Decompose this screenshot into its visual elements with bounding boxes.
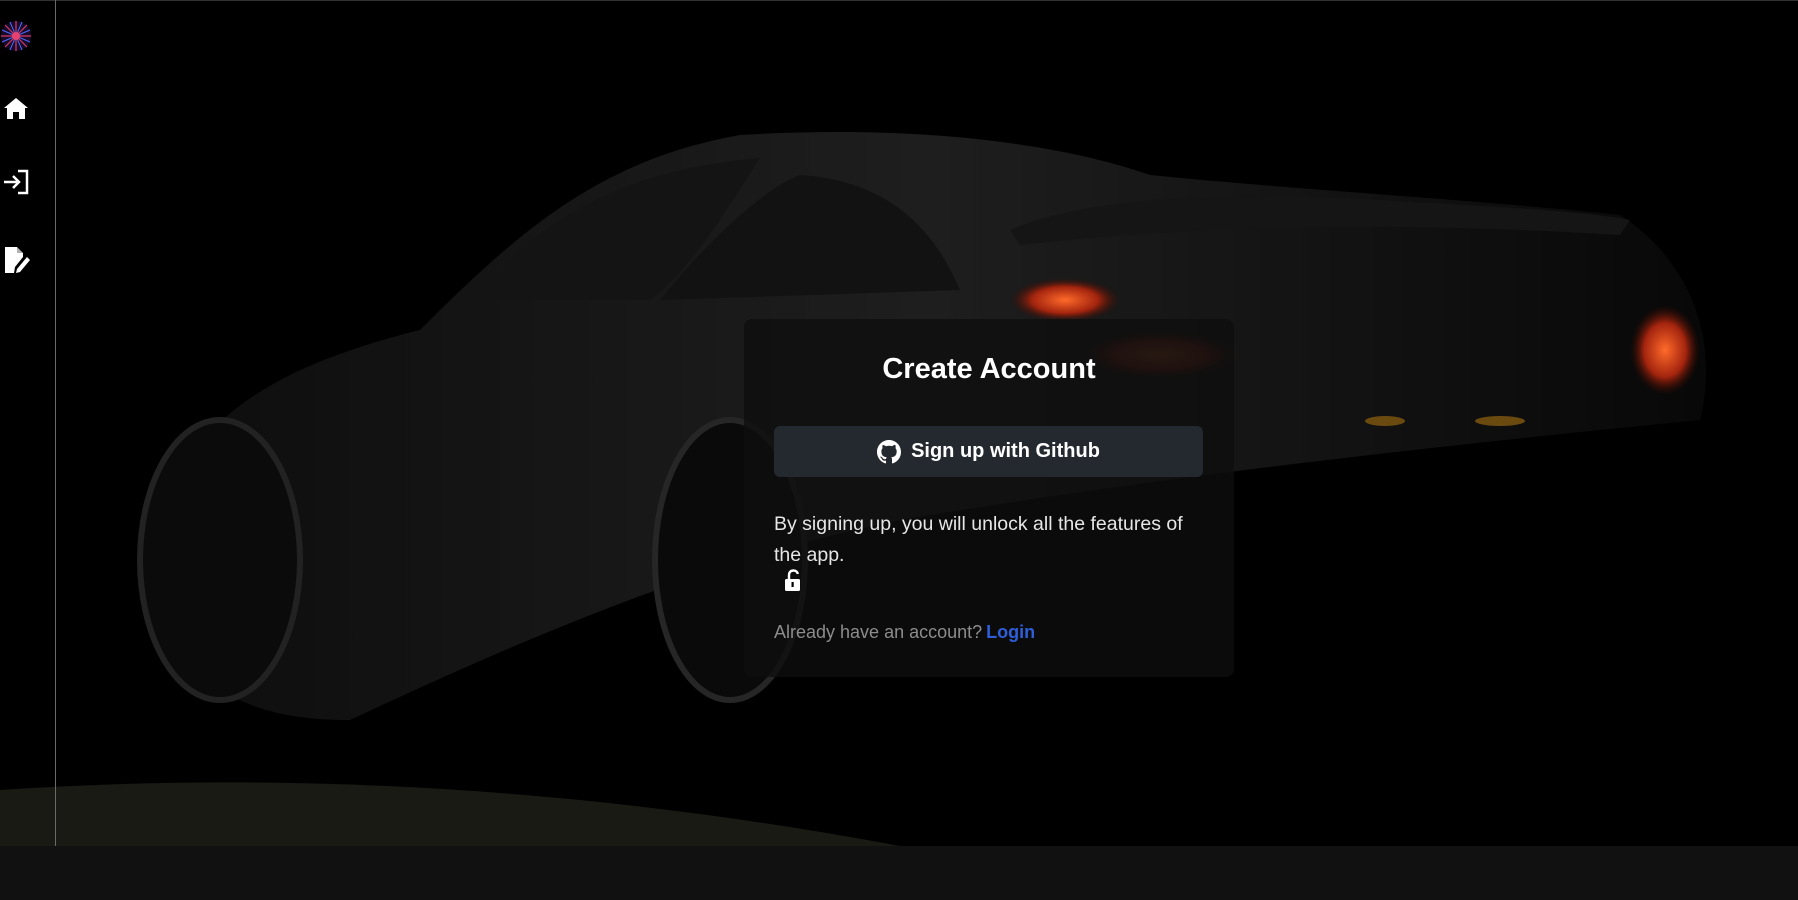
login-icon[interactable] — [0, 166, 32, 198]
github-button-label: Sign up with Github — [911, 440, 1100, 462]
github-signup-button[interactable]: Sign up with Github — [774, 426, 1203, 477]
sidebar — [0, 0, 56, 846]
signup-info-text: By signing up, you will unlock all the f… — [774, 513, 1183, 566]
unlock-icon — [785, 569, 800, 591]
login-prompt: Already have an account? Login — [774, 622, 1035, 643]
signup-icon[interactable] — [0, 244, 32, 276]
login-link[interactable]: Login — [986, 622, 1035, 642]
app-logo-icon[interactable] — [0, 20, 32, 52]
card-title: Create Account — [882, 353, 1096, 385]
app-viewport: Create Account Sign up with Github By si… — [0, 0, 1798, 846]
top-border — [0, 0, 1798, 1]
signup-card: Create Account Sign up with Github By si… — [744, 319, 1234, 677]
bottom-bar — [0, 846, 1798, 900]
login-prompt-text: Already have an account? — [774, 622, 983, 642]
github-icon — [877, 439, 902, 463]
home-icon[interactable] — [0, 92, 32, 124]
